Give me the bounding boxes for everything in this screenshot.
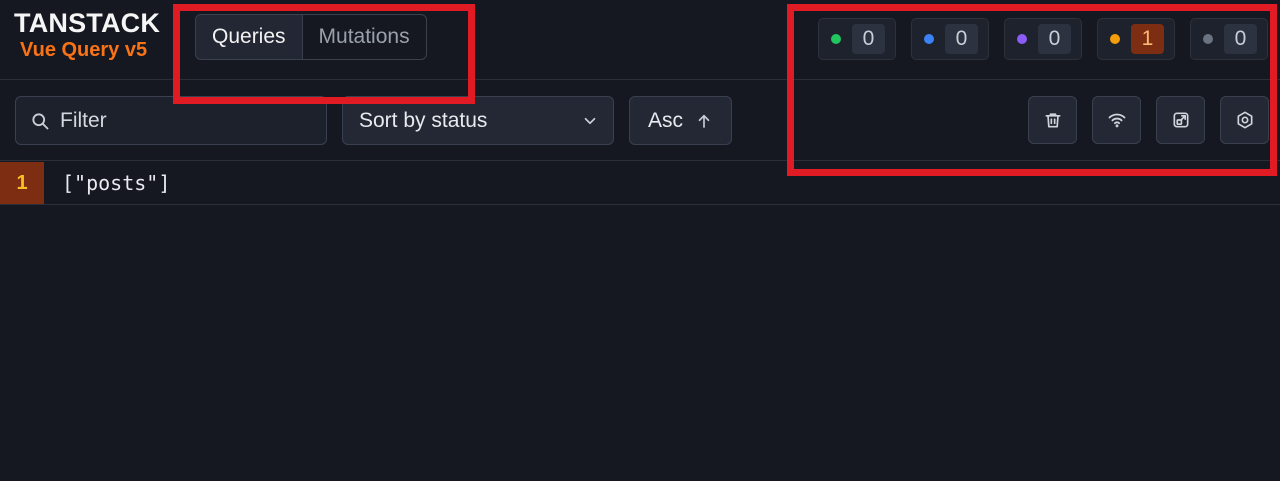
- arrow-up-icon: [698, 114, 710, 128]
- wifi-icon: [1108, 113, 1125, 128]
- status-badge-fetching: 0: [911, 18, 989, 60]
- status-count: 0: [1224, 24, 1257, 54]
- chevron-down-icon: [584, 117, 596, 124]
- query-row[interactable]: 1 ["posts"]: [0, 162, 1280, 205]
- query-toolbar: Sort by status Asc: [0, 81, 1280, 161]
- open-panel-button[interactable]: [1156, 96, 1205, 144]
- status-count: 0: [852, 24, 885, 54]
- settings-button[interactable]: [1220, 96, 1269, 144]
- status-dot-icon: [1017, 34, 1027, 44]
- status-badge-stale: 1: [1097, 18, 1175, 60]
- status-badge-paused: 0: [1004, 18, 1082, 60]
- status-count: 0: [1038, 24, 1071, 54]
- sort-select-label: Sort by status: [359, 108, 488, 132]
- query-key: ["posts"]: [62, 171, 171, 195]
- mock-offline-button[interactable]: [1092, 96, 1141, 144]
- tab-mutations[interactable]: Mutations: [303, 15, 426, 59]
- brand-subtitle: Vue Query v5: [20, 39, 148, 61]
- trash-icon: [1045, 113, 1060, 128]
- view-tabs: Queries Mutations: [195, 14, 427, 60]
- action-buttons: [1028, 96, 1269, 144]
- open-panel-icon: [1173, 112, 1188, 128]
- status-count: 1: [1131, 24, 1164, 54]
- status-count: 0: [945, 24, 978, 54]
- settings-icon: [1237, 111, 1252, 129]
- filter-input[interactable]: [60, 108, 300, 133]
- status-dot-icon: [924, 34, 934, 44]
- status-dot-icon: [1110, 34, 1120, 44]
- status-badge-inactive: 0: [1190, 18, 1268, 60]
- clear-cache-button[interactable]: [1028, 96, 1077, 144]
- sort-order-button[interactable]: Asc: [629, 96, 732, 145]
- brand-title: TANSTACK: [14, 8, 161, 38]
- status-dot-icon: [831, 34, 841, 44]
- sort-select[interactable]: Sort by status: [342, 96, 614, 145]
- sort-order-label: Asc: [647, 108, 683, 132]
- status-badge-fresh: 0: [818, 18, 896, 60]
- filter-box[interactable]: [15, 96, 327, 145]
- status-dot-icon: [1203, 34, 1213, 44]
- observer-count-badge: 1: [0, 162, 44, 204]
- devtools-header: TANSTACK Vue Query v5 Queries Mutations …: [0, 0, 1280, 80]
- search-icon: [32, 112, 49, 129]
- tab-queries[interactable]: Queries: [196, 15, 303, 59]
- status-counts: 0 0 0 1 0: [818, 18, 1268, 60]
- brand-logo[interactable]: TANSTACK Vue Query v5: [14, 8, 160, 62]
